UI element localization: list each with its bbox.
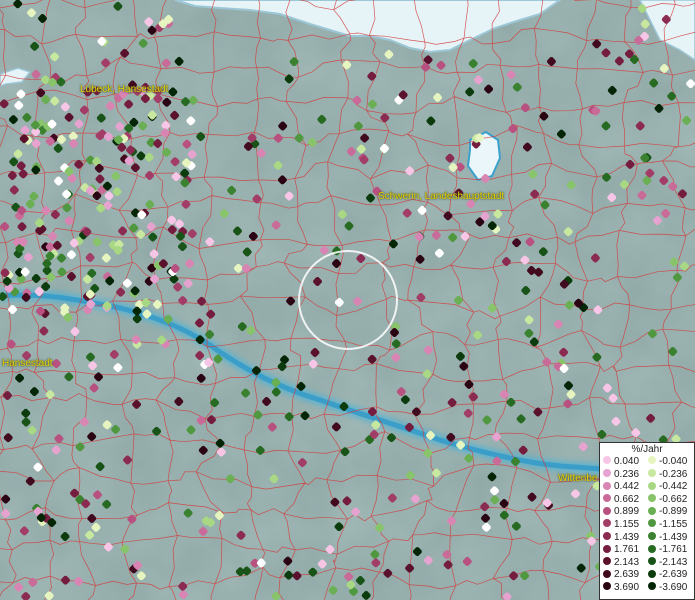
legend-swatch bbox=[648, 582, 656, 591]
legend-item-positive: 1.761 bbox=[603, 544, 639, 555]
legend: %/Jahr 0.040 -0.040 0.236 -0.236 0.442 -0.442… bbox=[599, 442, 695, 600]
legend-label: -1.439 bbox=[659, 531, 688, 543]
legend-label: -0.442 bbox=[659, 481, 688, 493]
legend-item-positive: 0.899 bbox=[603, 506, 639, 517]
legend-item-negative: -1.439 bbox=[648, 532, 687, 543]
legend-item-positive: 2.639 bbox=[603, 569, 639, 580]
legend-title: %/Jahr bbox=[631, 444, 663, 455]
legend-item-negative: -3.690 bbox=[648, 582, 687, 593]
legend-label: -0.236 bbox=[659, 468, 688, 480]
legend-swatch bbox=[603, 468, 611, 477]
legend-item-negative: -0.236 bbox=[648, 469, 687, 480]
legend-label: 0.899 bbox=[614, 506, 640, 518]
legend-swatch bbox=[603, 481, 611, 490]
city-label-luebeck: Lübeck, Hansestadt bbox=[80, 84, 169, 95]
legend-swatch bbox=[648, 531, 656, 540]
legend-swatch bbox=[603, 569, 611, 578]
legend-swatch bbox=[648, 468, 656, 477]
legend-label: 0.236 bbox=[614, 468, 640, 480]
legend-label: 3.690 bbox=[614, 582, 640, 593]
legend-label: -0.662 bbox=[659, 493, 688, 505]
legend-item-positive: 0.236 bbox=[603, 469, 639, 480]
legend-item-positive: 0.040 bbox=[603, 456, 639, 467]
legend-swatch bbox=[603, 544, 611, 553]
legend-swatch bbox=[648, 456, 656, 465]
legend-label: 0.442 bbox=[614, 481, 640, 493]
legend-item-negative: -2.639 bbox=[648, 569, 687, 580]
legend-item-negative: -0.899 bbox=[648, 506, 687, 517]
legend-swatch bbox=[648, 481, 656, 490]
legend-item-positive: 1.155 bbox=[603, 519, 639, 530]
selection-circle[interactable] bbox=[298, 250, 398, 350]
legend-swatch bbox=[648, 506, 656, 515]
legend-label: 2.143 bbox=[614, 556, 640, 568]
legend-swatch bbox=[648, 494, 656, 503]
legend-swatch bbox=[603, 506, 611, 515]
legend-label: 1.439 bbox=[614, 531, 640, 543]
legend-item-negative: -2.143 bbox=[648, 557, 687, 568]
legend-label: 1.155 bbox=[614, 519, 640, 530]
legend-swatch bbox=[603, 557, 611, 566]
legend-item-negative: -0.662 bbox=[648, 494, 687, 505]
legend-item-positive: 3.690 bbox=[603, 582, 639, 593]
legend-swatch bbox=[603, 456, 611, 465]
legend-swatch bbox=[603, 531, 611, 540]
legend-swatch bbox=[648, 557, 656, 566]
legend-label: -2.639 bbox=[659, 569, 688, 581]
legend-item-negative: -0.040 bbox=[648, 456, 687, 467]
legend-swatch bbox=[603, 582, 611, 591]
legend-label: -1.155 bbox=[659, 519, 688, 530]
legend-item-negative: -1.761 bbox=[648, 544, 687, 555]
legend-item-positive: 0.442 bbox=[603, 481, 639, 492]
legend-item-negative: -0.442 bbox=[648, 481, 687, 492]
legend-label: 0.662 bbox=[614, 493, 640, 505]
legend-swatch bbox=[648, 569, 656, 578]
legend-swatch bbox=[648, 544, 656, 553]
city-label-wittenberge: Wittenbe bbox=[558, 473, 598, 484]
legend-item-positive: 1.439 bbox=[603, 532, 639, 543]
legend-label: 1.761 bbox=[614, 544, 640, 556]
legend-label: -1.761 bbox=[659, 544, 688, 556]
city-label-schwerin: Schwerin, Landeshauptstadt bbox=[378, 191, 505, 202]
legend-label: -0.899 bbox=[659, 506, 688, 518]
legend-label: 0.040 bbox=[614, 456, 640, 467]
legend-label: 2.639 bbox=[614, 569, 640, 581]
legend-swatch bbox=[648, 519, 656, 528]
legend-label: -3.690 bbox=[659, 582, 688, 593]
legend-item-positive: 0.662 bbox=[603, 494, 639, 505]
legend-swatch bbox=[603, 519, 611, 528]
legend-label: -0.040 bbox=[659, 456, 688, 467]
city-label-hansestadt: Hansestadt bbox=[2, 358, 53, 369]
legend-item-positive: 2.143 bbox=[603, 557, 639, 568]
legend-label: -2.143 bbox=[659, 556, 688, 568]
legend-swatch bbox=[603, 494, 611, 503]
legend-item-negative: -1.155 bbox=[648, 519, 687, 530]
